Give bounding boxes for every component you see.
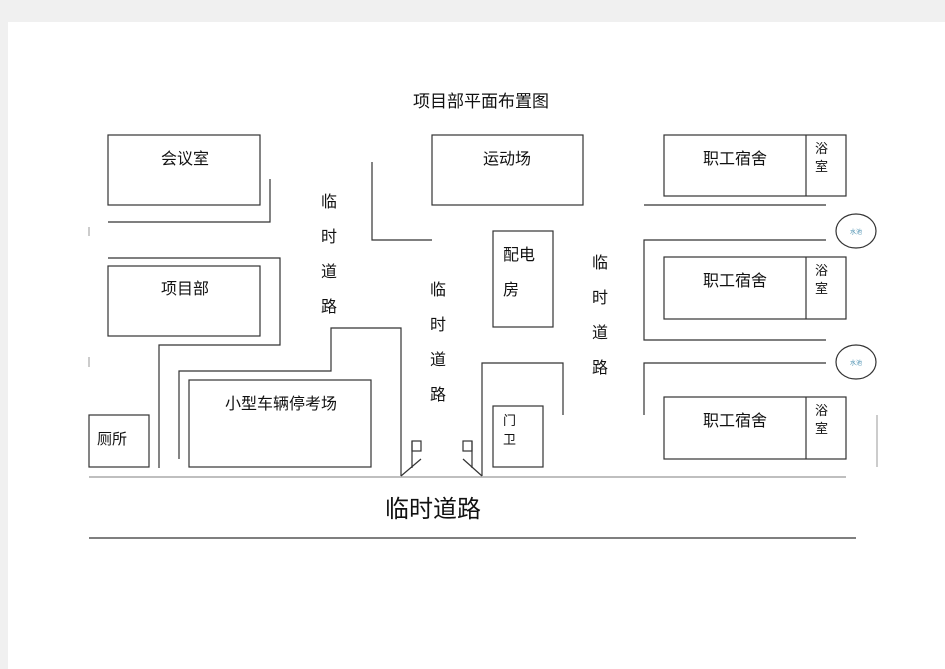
- pool-label: 水池: [850, 228, 862, 236]
- power-room-label: 配电: [503, 245, 535, 264]
- main-road-label: 临时道路: [385, 495, 481, 523]
- power-room-label: 房: [503, 280, 519, 299]
- guard-room: [492, 405, 544, 468]
- dorm-label: 职工宿舍: [703, 149, 767, 168]
- road-char: 路: [592, 358, 608, 377]
- dorm-label: 职工宿舍: [703, 271, 767, 290]
- road-char: 时: [321, 227, 337, 246]
- sports-field-label: 运动场: [483, 149, 531, 168]
- wall: [643, 239, 826, 341]
- bath-label: 室: [815, 421, 828, 437]
- toilet-label: 厕所: [97, 430, 127, 448]
- wall: [371, 162, 432, 241]
- site-plan-diagram: 项目部平面布置图 会议室 项目部 小型车辆停考场 厕所 临 时 道 路 运动场 …: [88, 92, 878, 539]
- diagram-title: 项目部平面布置图: [413, 92, 549, 112]
- guard-label: 门: [503, 414, 516, 429]
- road-char: 路: [321, 297, 337, 316]
- parking-label: 小型车辆停考场: [225, 394, 337, 413]
- road-char: 道: [430, 350, 446, 369]
- sports-field: [431, 134, 584, 206]
- bath-label: 浴: [815, 142, 828, 157]
- wall: [643, 362, 826, 415]
- road-char: 道: [321, 262, 337, 281]
- meeting-room-label: 会议室: [161, 149, 209, 168]
- bath-label: 浴: [815, 404, 828, 419]
- dorm-label: 职工宿舍: [703, 411, 767, 430]
- wall: [108, 179, 271, 223]
- road-char: 临: [592, 253, 608, 272]
- project-office: [107, 265, 261, 337]
- road-char: 时: [430, 315, 446, 334]
- wall: [481, 362, 564, 476]
- road-label-middle: 临 时 道 路: [430, 280, 446, 404]
- road-char: 路: [430, 385, 446, 404]
- road-char: 临: [430, 280, 446, 299]
- road-char: 道: [592, 323, 608, 342]
- pool-label: 水池: [850, 359, 862, 367]
- meeting-room: [107, 134, 261, 206]
- bath-label: 室: [815, 281, 828, 297]
- guard-label: 卫: [503, 433, 516, 448]
- road-label-right: 临 时 道 路: [592, 253, 608, 377]
- road-char: 临: [321, 192, 337, 211]
- project-office-label: 项目部: [161, 279, 209, 298]
- road-char: 时: [592, 288, 608, 307]
- road-label-left: 临 时 道 路: [321, 192, 337, 316]
- flag-icon: [462, 440, 483, 477]
- flag-icon: [400, 440, 422, 477]
- bath-label: 室: [815, 159, 828, 175]
- bath-label: 浴: [815, 264, 828, 279]
